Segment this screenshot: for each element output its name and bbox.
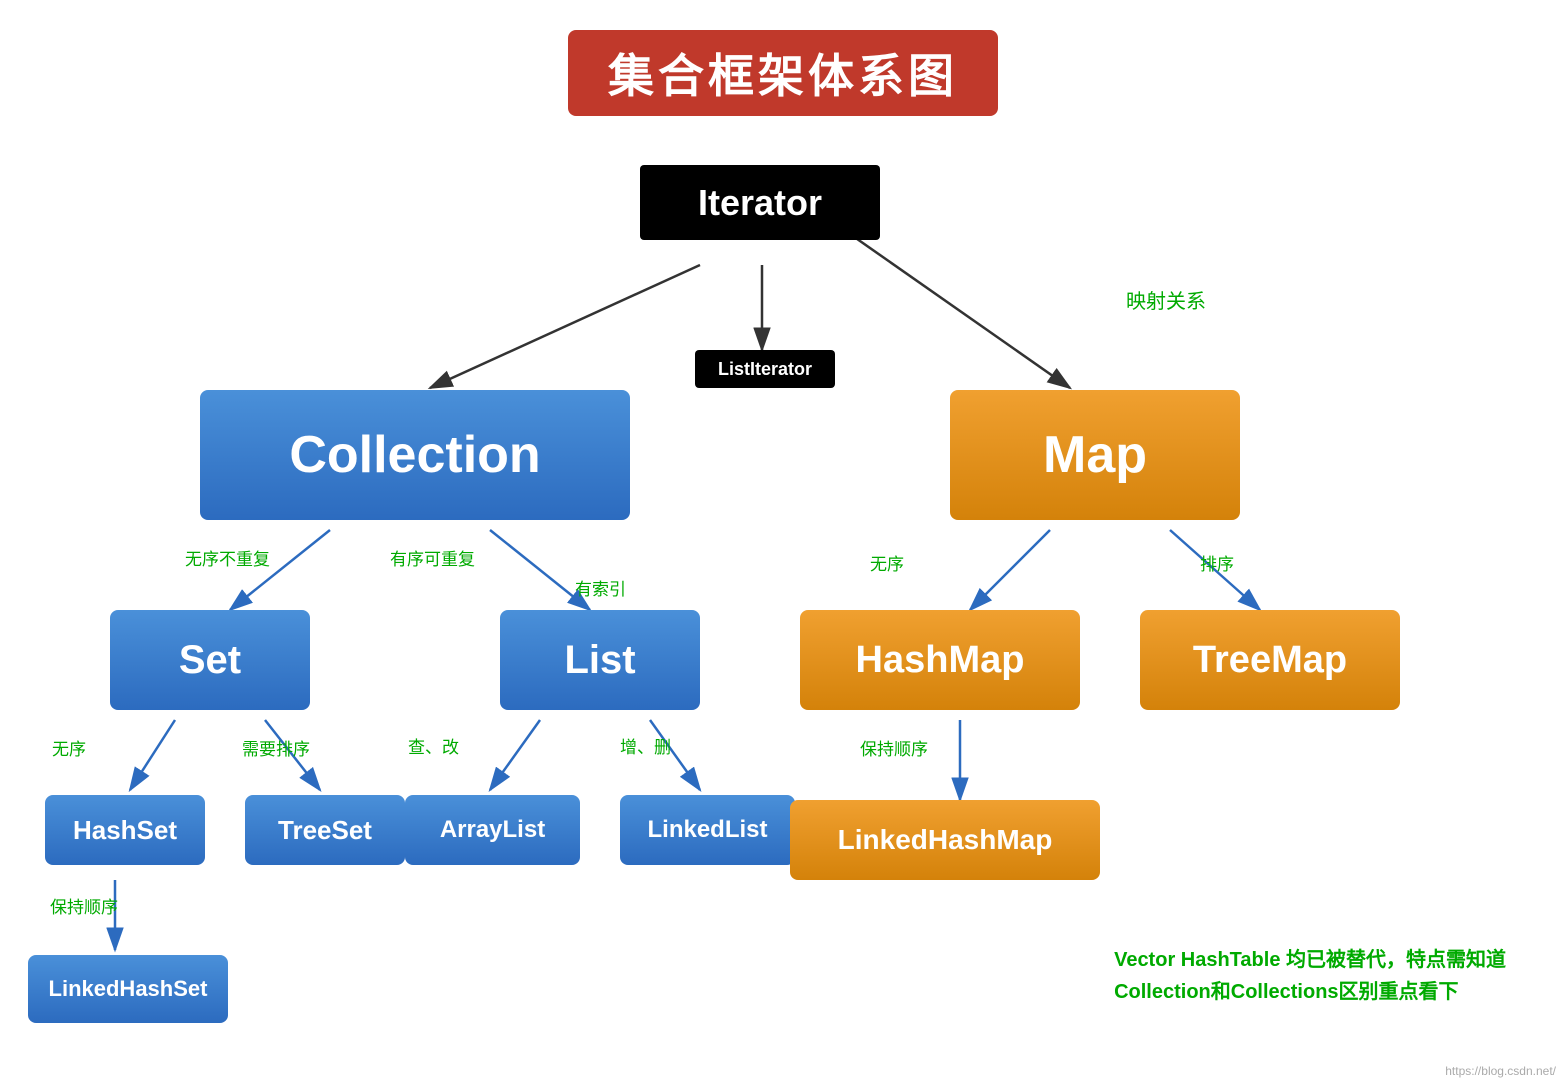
footer-line2: Collection和Collections区别重点看下 — [1114, 976, 1506, 1008]
hashmap-node: HashMap — [800, 610, 1080, 710]
linkedhashset-node: LinkedHashSet — [28, 955, 228, 1023]
collection-node: Collection — [200, 390, 630, 520]
unordered-nodup-label: 无序不重复 — [185, 545, 270, 570]
sort-label: 排序 — [1200, 550, 1234, 575]
iterator-node: Iterator — [640, 165, 880, 240]
list-node: List — [500, 610, 700, 710]
need-sort-label: 需要排序 — [242, 735, 310, 760]
keep-order2-label: 保持顺序 — [50, 893, 118, 918]
with-index-label: 有索引 — [575, 575, 626, 600]
map-node: Map — [950, 390, 1240, 520]
footer-notes: Vector HashTable 均已被替代，特点需知道 Collection和… — [1114, 944, 1506, 1008]
linkedhashmap-node: LinkedHashMap — [790, 800, 1100, 880]
treeset-node: TreeSet — [245, 795, 405, 865]
add-delete-label: 增、删 — [620, 733, 671, 758]
footer-line1: Vector HashTable 均已被替代，特点需知道 — [1114, 944, 1506, 976]
set-node: Set — [110, 610, 310, 710]
unordered-map-label: 无序 — [870, 550, 904, 575]
keep-order-label: 保持顺序 — [860, 735, 928, 760]
query-modify-label: 查、改 — [408, 733, 459, 758]
no-order-label: 无序 — [52, 735, 86, 760]
diagram-container: 集合框架体系图 Iterator ListIterator Collection… — [0, 0, 1566, 1088]
arrows-svg — [0, 0, 1566, 1088]
watermark: https://blog.csdn.net/ — [1445, 1064, 1556, 1078]
title-box: 集合框架体系图 — [568, 30, 998, 116]
ordered-dup-label: 有序可重复 — [390, 545, 475, 570]
linkedlist-node: LinkedList — [620, 795, 795, 865]
listiterator-node: ListIterator — [695, 350, 835, 388]
title-text: 集合框架体系图 — [608, 40, 958, 106]
treemap-node: TreeMap — [1140, 610, 1400, 710]
hashset-node: HashSet — [45, 795, 205, 865]
mapping-relation-label: 映射关系 — [1126, 285, 1206, 314]
arraylist-node: ArrayList — [405, 795, 580, 865]
